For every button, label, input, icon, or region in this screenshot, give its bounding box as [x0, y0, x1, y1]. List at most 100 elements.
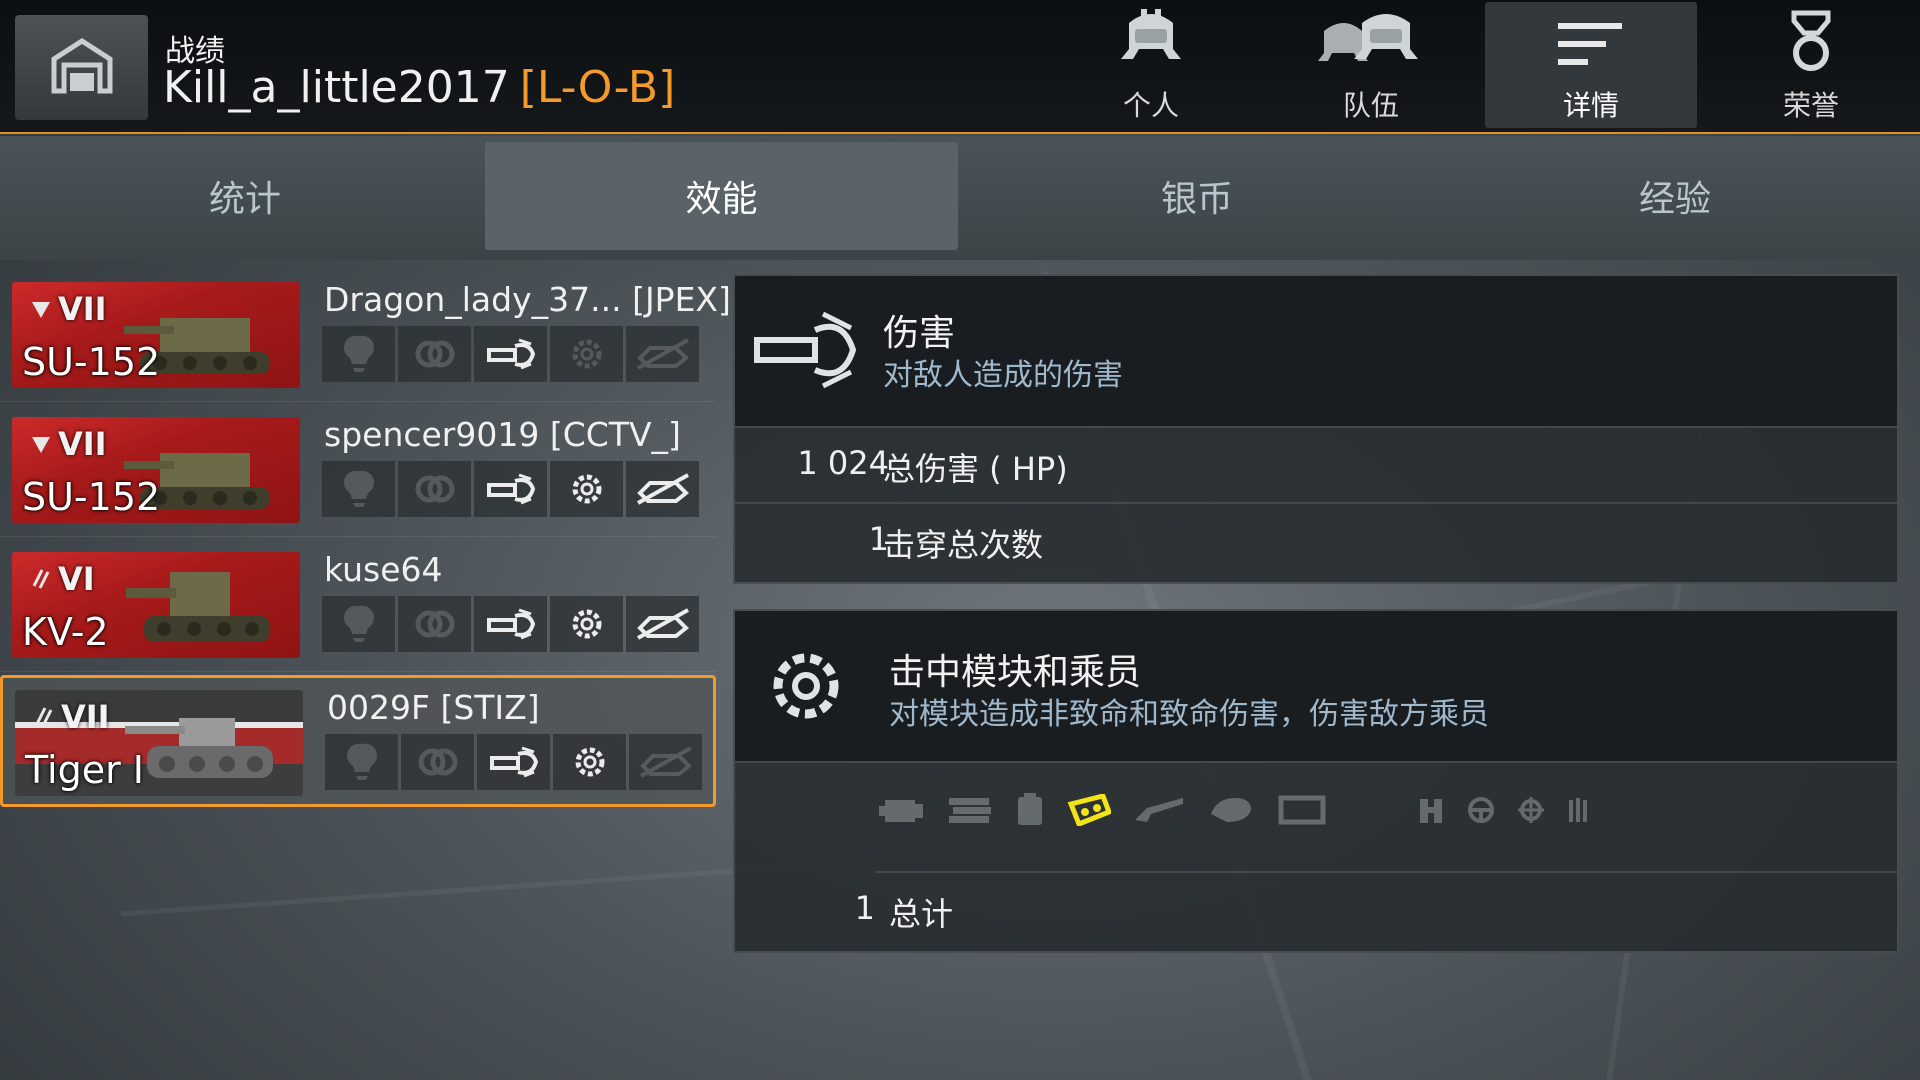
vehicle-row[interactable]: VII SU-152 Dragon_lady_37... [JPEX]	[0, 270, 731, 402]
stat-row-penetrations: 1 击穿总次数	[735, 502, 1897, 578]
damage-shell-icon	[474, 326, 547, 382]
vehicle-tier: VI	[30, 560, 95, 598]
team-helmets-icon	[1316, 3, 1426, 82]
fuel-tank-icon	[1015, 793, 1045, 827]
tier-label: VII	[58, 425, 107, 463]
efficiency-badges	[322, 461, 699, 517]
modules-title: 击中模块和乘员	[889, 652, 1142, 693]
vehicle-row[interactable]: VII SU-152 spencer9019 [CCTV_]	[0, 405, 716, 537]
sub-tab-bar: 统计 效能 银币 经验	[0, 136, 1920, 260]
subtab-efficiency[interactable]: 效能	[485, 142, 958, 250]
modules-gear-icon	[550, 596, 623, 652]
stat-value: 1	[854, 889, 875, 927]
player-name: 0029F [STIZ]	[327, 688, 540, 727]
vehicle-name: SU-152	[22, 475, 161, 519]
gun-icon	[1133, 794, 1185, 826]
modules-gear-icon	[761, 641, 851, 735]
player-name-line: Kill_a_little2017 [L-O-B]	[163, 62, 675, 113]
vehicle-image: VII SU-152	[12, 282, 300, 388]
player-clan: [L-O-B]	[519, 62, 676, 113]
td-class-icon	[32, 302, 50, 318]
damage-panel: 伤害 对敌人造成的伤害 1 024 总伤害 ( HP) 1 击穿总次数	[733, 274, 1899, 584]
track-icon	[1067, 794, 1111, 826]
tab-team[interactable]: 队伍	[1265, 2, 1477, 128]
tab-details[interactable]: 详情	[1485, 2, 1697, 128]
spotting-icon	[322, 596, 395, 652]
damage-panel-header: 伤害 对敌人造成的伤害	[735, 276, 1897, 426]
damage-subtitle: 对敌人造成的伤害	[883, 358, 1123, 393]
turret-icon	[1207, 794, 1255, 826]
modules-panel-header: 击中模块和乘员 对模块造成非致命和致命伤害，伤害敌方乘员	[735, 611, 1897, 761]
stat-label: 总计	[889, 895, 954, 933]
stat-value: 1 024	[797, 444, 889, 482]
tier-label: VII	[61, 698, 110, 736]
single-helmet-icon	[1111, 3, 1191, 82]
modules-gear-icon	[550, 326, 623, 382]
assist-icon	[398, 326, 471, 382]
modules-gear-icon	[550, 461, 623, 517]
modules-subtitle: 对模块造成非致命和致命伤害，伤害敌方乘员	[889, 697, 1489, 732]
vehicle-tier: VII	[33, 698, 110, 736]
tab-details-label: 详情	[1562, 89, 1619, 122]
stat-label: 击穿总次数	[883, 526, 1044, 564]
tiger-tank-icon	[125, 718, 273, 778]
subtab-experience[interactable]: 经验	[1440, 142, 1910, 250]
vehicle-name: SU-152	[22, 340, 161, 384]
commander-icon	[1417, 795, 1445, 825]
vehicle-image: VII Tiger I	[15, 690, 303, 796]
gunner-icon	[1517, 796, 1545, 824]
tab-personal[interactable]: 个人	[1045, 2, 1257, 128]
tier-label: VI	[58, 560, 95, 598]
vehicle-name: Tiger I	[25, 748, 145, 792]
engine-icon	[877, 794, 925, 826]
modules-panel: 击中模块和乘员 对模块造成非致命和致命伤害，伤害敌方乘员 1 总计	[733, 609, 1899, 953]
efficiency-badges	[322, 596, 699, 652]
radio-icon	[1277, 794, 1327, 826]
damage-shell-icon	[474, 596, 547, 652]
destroyed-tank-icon	[626, 596, 699, 652]
tab-team-label: 队伍	[1342, 89, 1399, 122]
damage-shell-icon	[477, 734, 550, 790]
vehicle-image: VII SU-152	[12, 417, 300, 523]
damage-shell-icon	[753, 300, 863, 404]
tab-personal-label: 个人	[1122, 89, 1179, 122]
subtab-credits[interactable]: 银币	[962, 142, 1432, 250]
assist-icon	[401, 734, 474, 790]
destroyed-tank-icon	[629, 734, 702, 790]
player-name: kuse64	[324, 550, 443, 589]
heavy-tank-class-icon	[32, 569, 50, 589]
damage-shell-icon	[474, 461, 547, 517]
tab-honors[interactable]: 荣誉	[1705, 2, 1917, 128]
vehicle-name: KV-2	[22, 610, 109, 654]
tab-honors-label: 荣誉	[1782, 89, 1839, 122]
damage-title: 伤害	[883, 313, 956, 354]
spotting-icon	[325, 734, 398, 790]
stat-label: 总伤害 ( HP)	[883, 450, 1068, 488]
heavy-tank-class-icon	[35, 707, 53, 727]
player-name: Kill_a_little2017	[163, 62, 510, 113]
spotting-icon	[322, 461, 395, 517]
subtab-statistics[interactable]: 统计	[10, 142, 480, 250]
assist-icon	[398, 596, 471, 652]
destroyed-tank-icon	[626, 461, 699, 517]
medal-icon	[1786, 9, 1836, 82]
spotting-icon	[322, 326, 395, 382]
home-button[interactable]	[15, 15, 148, 120]
destroyed-tank-icon	[626, 326, 699, 382]
garage-icon	[50, 37, 114, 99]
player-name: Dragon_lady_37... [JPEX]	[324, 280, 731, 319]
ammo-rack-icon	[947, 794, 993, 826]
vehicle-image: VI KV-2	[12, 552, 300, 658]
modules-gear-icon	[553, 734, 626, 790]
vehicle-tier: VII	[30, 425, 107, 463]
vehicle-row[interactable]: VI KV-2 kuse64	[0, 540, 716, 672]
player-name: spencer9019 [CCTV_]	[324, 415, 681, 454]
assist-icon	[398, 461, 471, 517]
efficiency-badges	[325, 734, 702, 790]
tier-label: VII	[58, 290, 107, 328]
module-icon-strip	[735, 761, 1897, 871]
td-class-icon	[32, 437, 50, 453]
top-bar: 战绩 Kill_a_little2017 [L-O-B] 个人 队伍 详情 荣誉	[0, 0, 1920, 134]
loader-icon	[1567, 796, 1589, 824]
vehicle-row-selected[interactable]: VII Tiger I 0029F [STIZ]	[0, 675, 716, 807]
